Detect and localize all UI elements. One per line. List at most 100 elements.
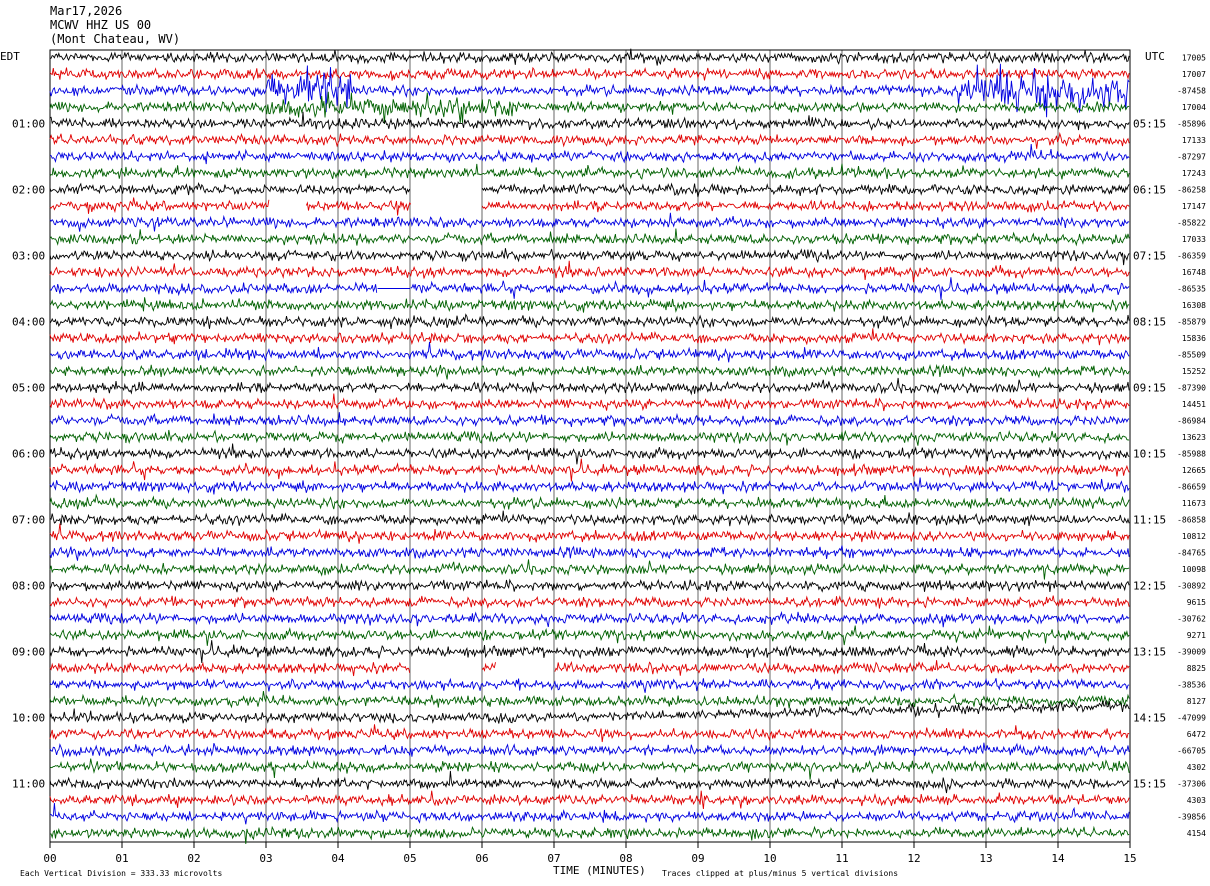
edt-hour-label: 08:00 <box>12 580 45 593</box>
trace-line <box>49 131 1130 149</box>
trace-offset-label: 16308 <box>1182 301 1206 310</box>
x-tick-label: 06 <box>475 852 488 865</box>
edt-hour-label: 11:00 <box>12 778 45 791</box>
utc-hour-label: 12:15 <box>1133 580 1166 593</box>
trace-line <box>49 328 1130 346</box>
utc-hour-label: 05:15 <box>1133 118 1166 131</box>
utc-hour-label: 15:15 <box>1133 778 1166 791</box>
trace-line <box>49 66 1130 81</box>
trace-offset-label: -86535 <box>1177 285 1206 294</box>
utc-hour-label: 08:15 <box>1133 316 1166 329</box>
trace-offset-label: 12665 <box>1182 466 1206 475</box>
trace-line <box>49 412 1130 428</box>
trace-line <box>49 458 1130 482</box>
trace-offset-label: -47099 <box>1177 714 1206 723</box>
trace-offset-label: -39856 <box>1177 813 1206 822</box>
trace-line <box>49 578 1130 593</box>
trace-line <box>49 182 1130 198</box>
utc-hour-label: 14:15 <box>1133 712 1166 725</box>
x-tick-label: 04 <box>331 852 345 865</box>
x-tick-label: 12 <box>907 852 920 865</box>
trace-offset-label: -85988 <box>1177 450 1206 459</box>
x-tick-label: 01 <box>115 852 128 865</box>
trace-line <box>49 610 1130 628</box>
trace-offset-label: 6472 <box>1187 730 1206 739</box>
trace-offset-label: -38536 <box>1177 681 1206 690</box>
trace-offset-label: 9615 <box>1187 598 1206 607</box>
trace-line <box>49 802 1130 825</box>
trace-line <box>49 790 1130 809</box>
header-location: (Mont Chateau, WV) <box>50 32 181 46</box>
trace-offset-label: -86858 <box>1177 516 1206 525</box>
trace-offset-label: 17005 <box>1182 54 1206 63</box>
trace-line <box>49 595 1130 610</box>
x-tick-label: 05 <box>403 852 416 865</box>
trace-offset-label: 10098 <box>1182 565 1206 574</box>
trace-line <box>49 758 1130 780</box>
utc-hour-labels: 05:15 06:15 07:15 08:15 09:15 10:15 11:15 12:15… <box>1133 118 1166 791</box>
utc-hour-label: 07:15 <box>1133 250 1166 263</box>
utc-hour-label: 09:15 <box>1133 382 1166 395</box>
x-tick-labels: 00 01 02 03 04 05 06 07 08 09 10 11 12 13 14 15 <box>43 842 1137 865</box>
trace-line <box>49 660 1130 677</box>
trace-offset-label: -30762 <box>1177 615 1206 624</box>
edt-hour-label: 04:00 <box>12 316 45 329</box>
trace-offset-label: 13623 <box>1182 433 1206 442</box>
plot-frame <box>49 49 1131 843</box>
trace-line <box>49 48 1130 66</box>
trace-line <box>49 163 1130 180</box>
trace-offset-label: -66705 <box>1177 747 1206 756</box>
trace-offset-label: 11673 <box>1182 499 1206 508</box>
trace-offset-label: -86659 <box>1177 483 1206 492</box>
trace-line <box>49 313 1130 329</box>
trace-group <box>49 48 1130 845</box>
trace-offset-label: -87458 <box>1177 87 1206 96</box>
trace-offset-label: 15252 <box>1182 367 1206 376</box>
x-tick-label: 11 <box>835 852 848 865</box>
trace-line <box>49 742 1130 759</box>
trace-line <box>49 228 1130 247</box>
trace-offset-label: -85822 <box>1177 219 1206 228</box>
trace-line <box>49 197 1130 216</box>
scale-note: Each Vertical Division = 333.33 microvol… <box>20 869 222 878</box>
x-tick-label: 14 <box>1051 852 1065 865</box>
trace-line <box>49 429 1130 446</box>
minute-grid <box>121 50 1059 842</box>
trace-line <box>49 523 1130 544</box>
trace-offset-label: 17133 <box>1182 136 1206 145</box>
trace-offset-label: 9271 <box>1187 631 1206 640</box>
utc-hour-label: 13:15 <box>1133 646 1166 659</box>
utc-hour-label: 10:15 <box>1133 448 1166 461</box>
trace-line <box>49 277 1130 300</box>
trace-offset-label: 17147 <box>1182 202 1206 211</box>
edt-hour-labels: 01:00 02:00 03:00 04:00 05:00 06:00 07:00 08:00… <box>12 118 45 791</box>
trace-offset-label: 4302 <box>1187 763 1206 772</box>
edt-hour-label: 05:00 <box>12 382 45 395</box>
trace-offset-labels: 17005 17007 -87458 17004 -85896 17133 -87297 17… <box>1177 54 1206 839</box>
trace-offset-label: -86984 <box>1177 417 1206 426</box>
trace-line <box>50 825 1130 845</box>
seismogram-plot: 01:00 02:00 03:00 04:00 05:00 06:00 07:00 08:00… <box>0 48 1206 878</box>
edt-hour-label: 03:00 <box>12 250 45 263</box>
edt-hour-label: 10:00 <box>12 712 45 725</box>
header-date: Mar17,2026 <box>50 4 123 18</box>
edt-hour-label: 06:00 <box>12 448 45 461</box>
trace-line <box>49 212 1130 232</box>
trace-line <box>49 677 1130 693</box>
trace-offset-label: -86258 <box>1177 186 1206 195</box>
trace-line <box>49 393 1130 412</box>
trace-offset-label: 15836 <box>1182 334 1206 343</box>
trace-offset-label: -84765 <box>1177 549 1206 558</box>
trace-line <box>49 477 1130 495</box>
utc-axis-label: UTC <box>1145 50 1165 63</box>
x-tick-label: 09 <box>691 852 704 865</box>
trace-offset-label: 8825 <box>1187 664 1206 673</box>
header-station: MCWV HHZ US 00 <box>50 18 152 32</box>
trace-offset-label: 4154 <box>1187 829 1206 838</box>
trace-line <box>49 640 1130 664</box>
trace-offset-label: -87390 <box>1177 384 1206 393</box>
trace-offset-label: 17243 <box>1182 169 1206 178</box>
utc-hour-label: 11:15 <box>1133 514 1166 527</box>
x-tick-label: 15 <box>1123 852 1136 865</box>
trace-offset-label: 14451 <box>1182 400 1206 409</box>
